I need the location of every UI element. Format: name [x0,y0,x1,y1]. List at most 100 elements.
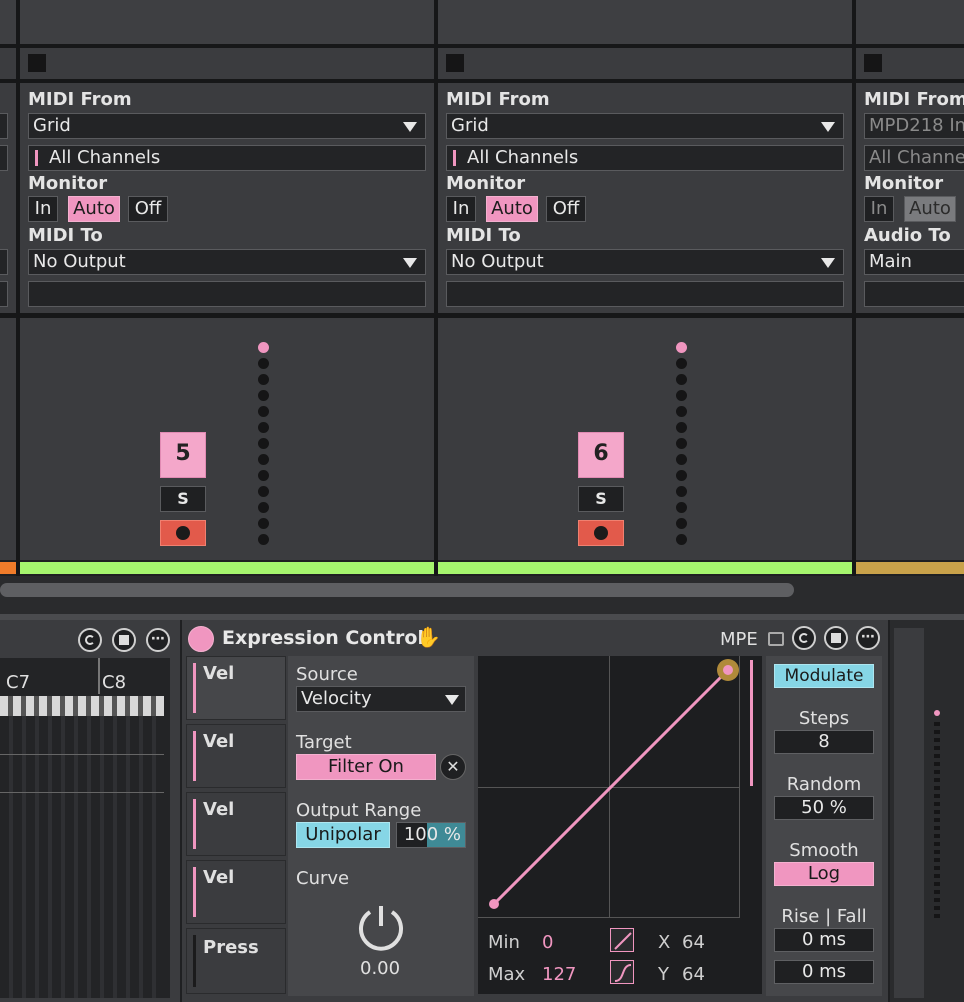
midi-from-value: Grid [451,115,489,136]
hot-swap-icon[interactable] [78,628,102,652]
channel-value: All Channels [869,147,964,168]
track-color-bar[interactable] [0,562,16,574]
monitor-off-button[interactable]: Off [128,196,168,222]
mpe-toggle-icon[interactable] [768,632,784,646]
channel-value: All Channels [467,147,579,168]
track-color-bar[interactable] [438,562,852,574]
channel-dropdown[interactable]: All Channels [28,145,426,171]
monitor-label: Monitor [28,173,108,194]
audio-to-channel-dropdown[interactable] [864,281,964,307]
monitor-auto-button[interactable]: Auto [486,196,538,222]
mod-slot-3[interactable]: Vel [186,792,286,856]
stop-clip-icon[interactable] [864,54,882,72]
channel-dropdown[interactable]: All Channels [864,145,964,171]
rise-field[interactable]: 0 ms [774,928,874,952]
mod-slot-2[interactable]: Vel [186,724,286,788]
midi-to-dropdown[interactable]: No Output [28,249,426,275]
max-value[interactable]: 127 [542,964,576,985]
target-map-button[interactable]: Filter On [296,754,436,780]
save-preset-icon[interactable] [112,628,136,652]
monitor-auto-button[interactable]: Auto [904,196,956,222]
track-color-bar[interactable] [20,562,434,574]
stop-clip-icon[interactable] [446,54,464,72]
more-options-icon[interactable]: ⋯ [146,628,170,652]
range-slider[interactable]: 100 % [396,822,466,848]
random-label: Random [786,774,862,795]
track-io-5: MIDI From Grid All Channels Monitor In A… [20,83,434,313]
x-value: 64 [682,932,705,953]
midi-to-value: No Output [451,251,544,272]
stop-clip-icon[interactable] [28,54,46,72]
piano-keys[interactable] [0,696,164,716]
track-color-bar[interactable] [856,562,964,574]
more-options-icon[interactable]: ⋯ [856,626,880,650]
audio-to-dropdown[interactable]: Main [864,249,964,275]
arm-button[interactable] [578,520,624,546]
fall-field[interactable]: 0 ms [774,960,874,984]
volume-meter[interactable] [676,342,688,548]
monitor-in-button[interactable]: In [446,196,476,222]
midi-to-dropdown[interactable]: No Output [446,249,844,275]
curve-knob[interactable] [356,902,406,952]
steps-field[interactable]: 8 [774,730,874,754]
monitor-label: Monitor [864,173,944,194]
midi-from-value: Grid [33,115,71,136]
solo-button[interactable]: S [160,486,206,512]
midi-to-channel-dropdown[interactable] [28,281,426,307]
piano-roll[interactable]: C7 C8 [0,658,170,998]
midi-from-dropdown[interactable]: Grid [446,113,844,139]
mod-slot-5[interactable]: Press [186,928,286,994]
clip-slot[interactable] [20,48,434,79]
linear-curve-icon[interactable] [610,928,634,952]
slot-label: Vel [203,663,235,684]
horizontal-scrollbar[interactable] [0,583,794,597]
record-arm-icon [176,526,190,540]
curve-display[interactable]: Min 0 Max 127 X 64 Y 64 [478,656,762,994]
device-activator-toggle[interactable] [188,626,214,652]
volume-meter[interactable] [258,342,270,548]
octave-label-c7: C7 [6,672,31,693]
clip-slot[interactable] [438,48,852,79]
unipolar-toggle[interactable]: Unipolar [296,822,390,848]
s-curve-icon[interactable] [610,960,634,984]
device-title: Expression Control [222,627,424,649]
source-label: Source [296,664,358,685]
hot-swap-icon[interactable] [792,626,816,650]
curve-graph[interactable] [478,656,740,918]
monitor-off-button[interactable]: Off [546,196,586,222]
min-value[interactable]: 0 [542,932,553,953]
mod-slot-4[interactable]: Vel [186,860,286,924]
midi-from-dropdown[interactable]: MPD218 In [864,113,964,139]
output-meter [750,660,753,786]
mpe-label: MPE [720,629,758,650]
midi-from-dropdown[interactable]: Grid [28,113,426,139]
monitor-in-button[interactable]: In [28,196,58,222]
monitor-in-button[interactable]: In [864,196,894,222]
mixer-track-5: 5 S [20,318,434,560]
random-field[interactable]: 50 % [774,796,874,820]
record-arm-icon [594,526,608,540]
clip-slot[interactable] [856,48,964,79]
slot-label: Vel [203,799,235,820]
midi-to-value: No Output [33,251,126,272]
track-number-button[interactable]: 6 [578,432,624,478]
smooth-mode-toggle[interactable]: Log [774,862,874,886]
slot-label: Vel [203,867,235,888]
midi-from-label: MIDI From [864,89,964,110]
chevron-down-icon [403,122,417,132]
source-dropdown[interactable]: Velocity [296,686,466,712]
arm-button[interactable] [160,520,206,546]
midi-to-channel-dropdown[interactable] [446,281,844,307]
clear-target-icon[interactable]: ✕ [440,754,466,780]
channel-dropdown[interactable]: All Channels [446,145,844,171]
modulate-toggle[interactable]: Modulate [774,664,874,688]
hand-grab-icon[interactable]: ✋ [416,625,441,649]
octave-label-c8: C8 [102,672,127,693]
mod-slot-1[interactable]: Vel [186,656,286,720]
solo-button[interactable]: S [578,486,624,512]
audio-to-label: Audio To [864,225,951,246]
monitor-auto-button[interactable]: Auto [68,196,120,222]
mixer-track-7 [856,318,964,560]
save-preset-icon[interactable] [824,626,848,650]
track-number-button[interactable]: 5 [160,432,206,478]
